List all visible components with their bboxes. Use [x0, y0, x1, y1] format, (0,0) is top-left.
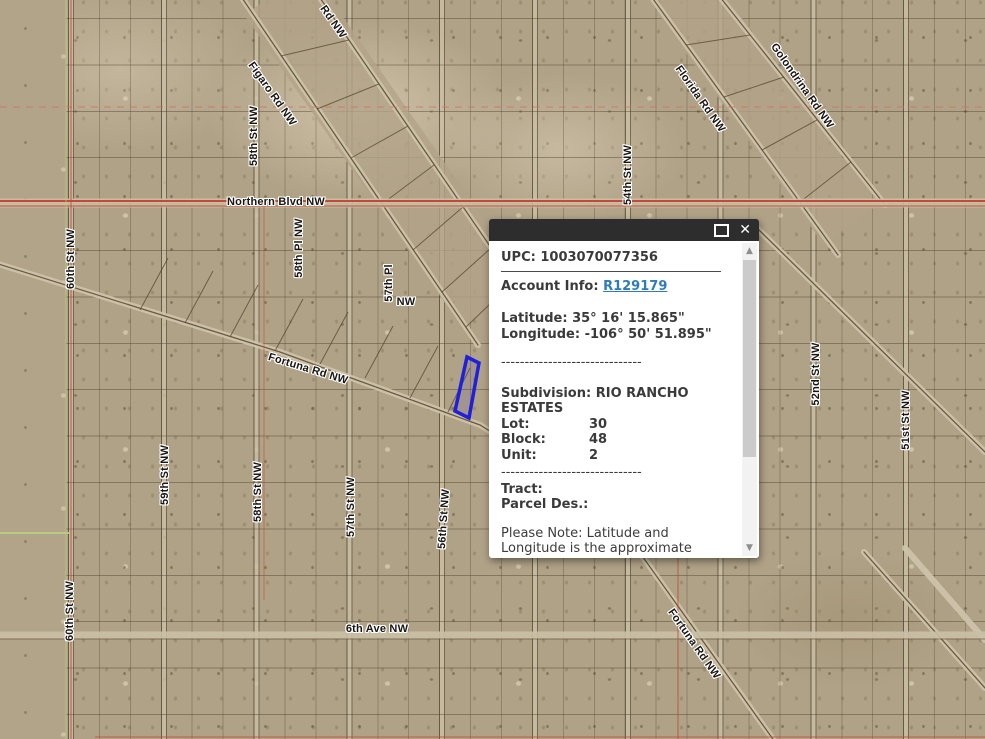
popup-note: Please Note: Latitude and Longitude is t…	[501, 525, 692, 559]
upc-label: UPC:	[501, 250, 536, 265]
subdivision-label: Subdivision:	[501, 385, 592, 401]
maximize-icon[interactable]	[714, 223, 730, 237]
account-info-label: Account Info:	[501, 278, 599, 294]
map-viewport[interactable]: Rd NW Figaro Rd NW 58th St NW Florida Rd NW…	[0, 0, 985, 739]
scroll-down-icon[interactable]: ▼	[742, 542, 757, 554]
popup-body: UPC: 1003070077356 Account Info: R129179…	[489, 241, 759, 558]
popup-header: ✕	[489, 219, 759, 241]
scroll-up-icon[interactable]: ▲	[742, 245, 757, 257]
block-value: 48	[589, 432, 608, 447]
longitude-value: -106° 50' 51.895"	[584, 326, 712, 342]
account-info-link[interactable]: R129179	[603, 279, 667, 294]
tract-label: Tract:	[501, 481, 543, 497]
unit-value: 2	[589, 447, 599, 463]
block-label: Block:	[501, 432, 546, 447]
lot-label: Lot:	[501, 416, 530, 432]
latitude-value: 35° 16' 15.865"	[572, 311, 685, 326]
parcel-info-popup: ✕ UPC: 1003070077356 Account Info: R1291…	[489, 219, 759, 558]
separator: ------------------------------	[501, 355, 642, 370]
separator: ------------------------------	[501, 465, 642, 480]
unit-label: Unit:	[501, 447, 537, 463]
upc-value: 1003070077356	[540, 250, 658, 265]
latitude-label: Latitude:	[501, 311, 568, 326]
longitude-label: Longitude:	[501, 326, 581, 342]
divider	[501, 270, 721, 272]
parcel-des-label: Parcel Des.:	[501, 497, 589, 512]
highlighted-parcel[interactable]	[452, 354, 481, 421]
popup-callout-arrow	[489, 400, 490, 424]
scrollbar-thumb[interactable]	[743, 260, 756, 457]
lot-value: 30	[589, 416, 608, 432]
popup-scrollbar[interactable]: ▲ ▼	[742, 243, 757, 556]
close-icon[interactable]: ✕	[739, 223, 751, 237]
